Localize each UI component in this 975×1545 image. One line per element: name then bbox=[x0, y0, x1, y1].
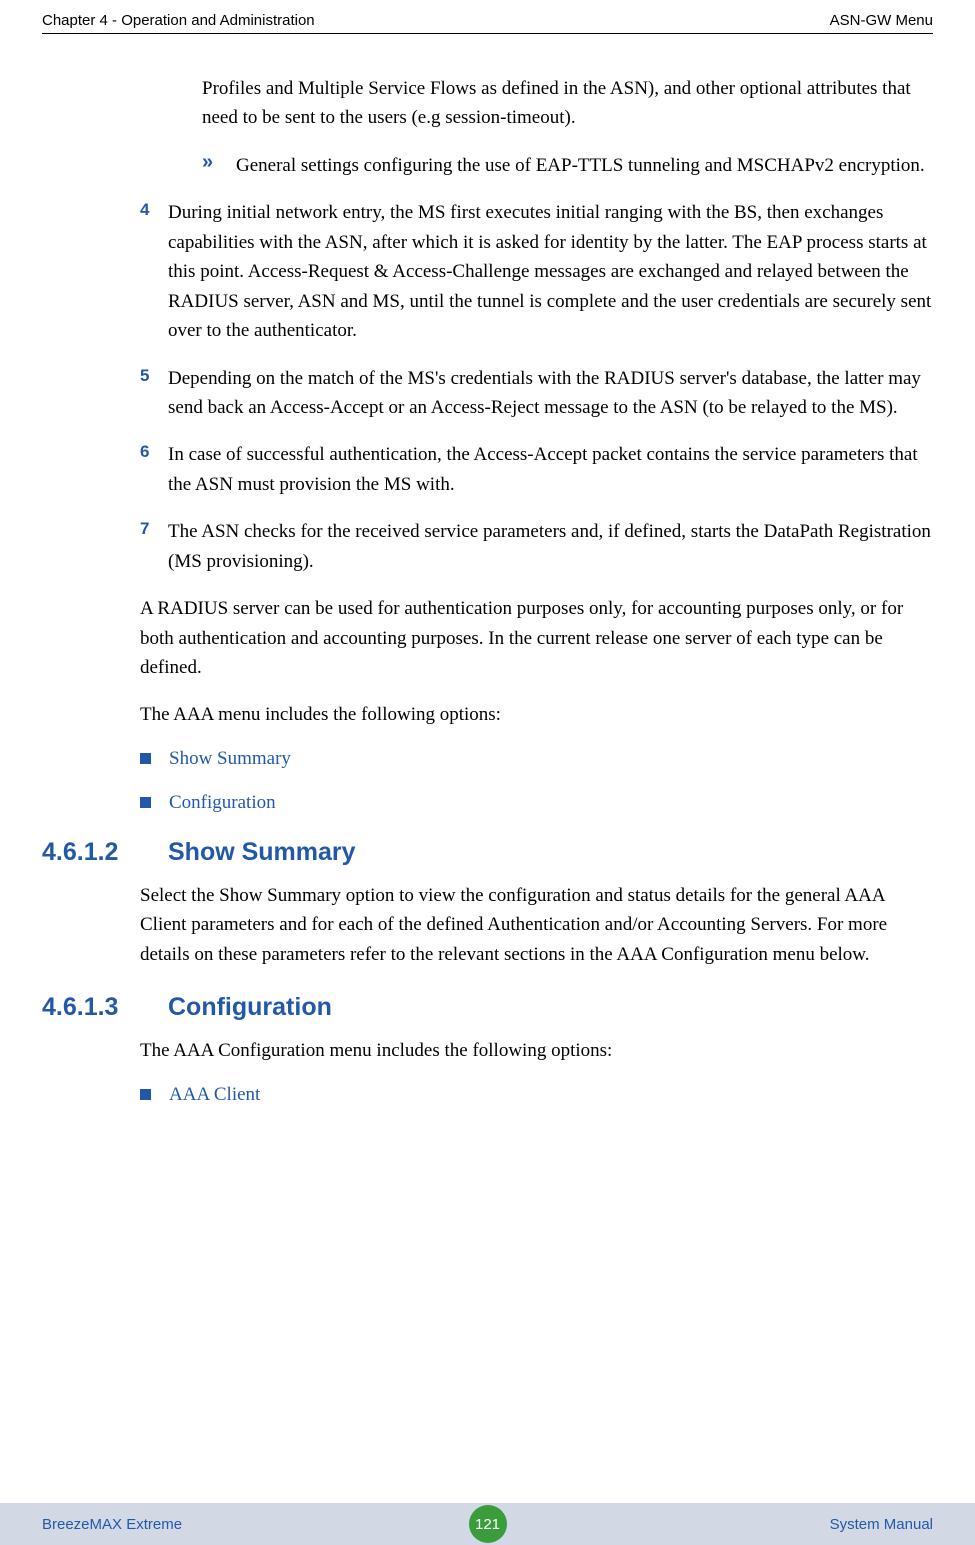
paragraph-radius: A RADIUS server can be used for authenti… bbox=[140, 594, 933, 682]
section-number: 4.6.1.2 bbox=[42, 838, 168, 867]
sub-list-text: General settings configuring the use of … bbox=[236, 151, 925, 180]
numbered-item-7: 7 The ASN checks for the received servic… bbox=[140, 517, 933, 576]
number-marker: 6 bbox=[140, 440, 168, 499]
bullet-aaa-client: AAA Client bbox=[140, 1084, 933, 1106]
numbered-item-5: 5 Depending on the match of the MS's cre… bbox=[140, 364, 933, 423]
numbered-text: Depending on the match of the MS's crede… bbox=[168, 364, 933, 423]
bullet-link-aaa-client[interactable]: AAA Client bbox=[169, 1084, 260, 1106]
page-content: Profiles and Multiple Service Flows as d… bbox=[0, 34, 975, 1106]
paragraph-configuration: The AAA Configuration menu includes the … bbox=[140, 1036, 933, 1065]
section-heading-configuration: 4.6.1.3 Configuration bbox=[42, 993, 933, 1022]
square-bullet-icon bbox=[140, 753, 151, 764]
chevron-icon: » bbox=[202, 151, 222, 180]
footer-manual: System Manual bbox=[830, 1516, 933, 1533]
number-marker: 7 bbox=[140, 517, 168, 576]
paragraph-show-summary: Select the Show Summary option to view t… bbox=[140, 881, 933, 969]
bullet-link-show-summary[interactable]: Show Summary bbox=[169, 748, 291, 770]
footer-product: BreezeMAX Extreme bbox=[42, 1516, 182, 1533]
sub-list-item-general: » General settings configuring the use o… bbox=[202, 151, 933, 180]
square-bullet-icon bbox=[140, 797, 151, 808]
page-number-badge: 121 bbox=[469, 1505, 507, 1543]
number-marker: 5 bbox=[140, 364, 168, 423]
bullet-show-summary: Show Summary bbox=[140, 748, 933, 770]
numbered-text: During initial network entry, the MS fir… bbox=[168, 198, 933, 345]
section-heading-show-summary: 4.6.1.2 Show Summary bbox=[42, 838, 933, 867]
number-marker: 4 bbox=[140, 198, 168, 345]
paragraph-aaa-menu: The AAA menu includes the following opti… bbox=[140, 700, 933, 729]
bullet-link-configuration[interactable]: Configuration bbox=[169, 792, 276, 814]
header-chapter: Chapter 4 - Operation and Administration bbox=[42, 12, 315, 29]
square-bullet-icon bbox=[140, 1089, 151, 1100]
numbered-text: In case of successful authentication, th… bbox=[168, 440, 933, 499]
section-title: Configuration bbox=[168, 993, 332, 1022]
header-menu: ASN-GW Menu bbox=[830, 12, 933, 29]
continued-sub-item: Profiles and Multiple Service Flows as d… bbox=[202, 74, 933, 133]
page-footer: BreezeMAX Extreme 121 System Manual bbox=[0, 1503, 975, 1545]
numbered-item-6: 6 In case of successful authentication, … bbox=[140, 440, 933, 499]
section-number: 4.6.1.3 bbox=[42, 993, 168, 1022]
numbered-text: The ASN checks for the received service … bbox=[168, 517, 933, 576]
section-title: Show Summary bbox=[168, 838, 356, 867]
bullet-configuration: Configuration bbox=[140, 792, 933, 814]
numbered-item-4: 4 During initial network entry, the MS f… bbox=[140, 198, 933, 345]
